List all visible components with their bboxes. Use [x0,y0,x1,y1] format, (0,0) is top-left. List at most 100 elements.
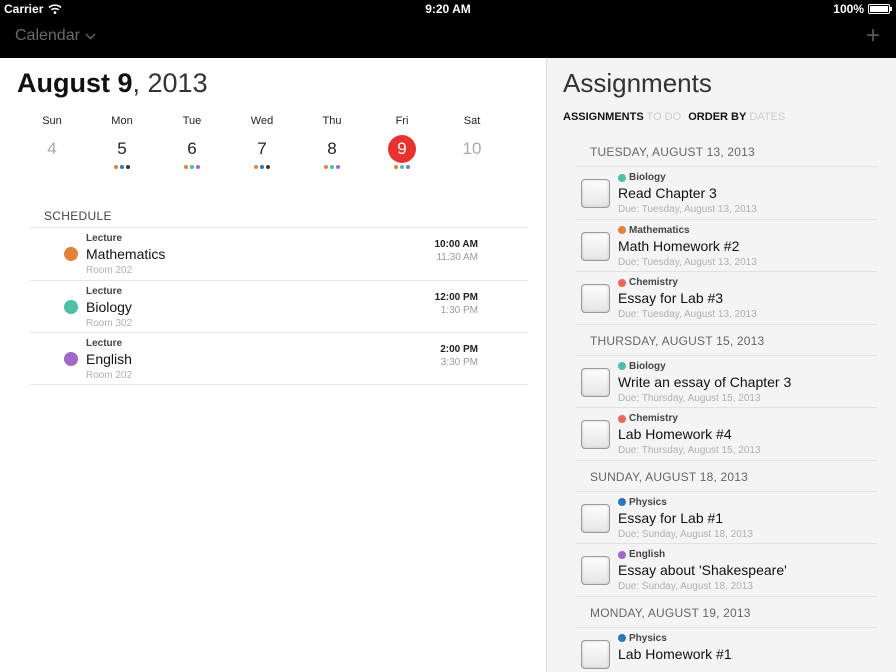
assignment-title: Essay for Lab #3 [618,290,724,306]
status-time: 9:20 AM [425,2,471,16]
event-dot [184,165,188,169]
event-dots [297,165,367,171]
assignment-checkbox[interactable] [581,284,610,313]
event-end-time: 1:30 PM [440,304,478,316]
assignment-due: Due: Sunday, August 18, 2013 [618,581,753,592]
day-name: Wed [250,115,274,127]
day-cell[interactable]: Mon 5 [87,115,157,171]
assignment-checkbox[interactable] [581,639,610,669]
assignment-title: Lab Homework #1 [618,645,732,662]
assignment-checkbox[interactable] [581,503,610,533]
day-number: 5 [117,139,127,158]
subject-name: Biology [629,360,666,372]
battery-icon [868,4,892,14]
day-number: 8 [327,139,337,158]
event-name: Biology [86,298,132,315]
subject-color-dot [618,278,626,287]
subject-name: Biology [629,172,666,183]
event-room: Room 202 [86,265,133,276]
subject-name: Chemistry [629,277,678,288]
assignment-item[interactable]: Biology Read Chapter 3 Due: Tuesday, Augus… [576,167,877,220]
day-name: Sat [463,115,481,127]
assignment-item[interactable]: English Essay about 'Shakespeare' Due: Sun… [576,544,877,597]
assignment-checkbox[interactable] [581,367,610,397]
event-dot [266,165,270,169]
battery-indicator: 100% [833,2,892,16]
event-dot [190,165,194,169]
assignment-due: Due: Thursday, August 15, 2013 [618,445,761,456]
assignment-subject: Chemistry [618,277,678,288]
schedule-event[interactable]: Lecture Mathematics Room 202 10:00 AM 11:30 … [30,227,528,280]
subject-name: Chemistry [629,413,678,424]
battery-percent: 100% [833,2,864,16]
day-cell[interactable]: Wed 7 [227,115,297,171]
event-dots [227,165,297,171]
schedule-event[interactable]: Lecture Biology Room 302 12:00 PM 1:30 PM [30,279,528,333]
assignment-title: Essay for Lab #1 [618,509,724,526]
schedule-list: Lecture Mathematics Room 202 10:00 AM 11:30 … [30,227,528,385]
assignments-filter: ASSIGNMENTS TO DO ORDER BY DATES [563,111,789,123]
assignment-subject: Mathematics [618,225,690,236]
day-cell[interactable]: Thu 8 [297,115,367,171]
day-cell[interactable]: Sat 10 [437,115,507,171]
assignment-subject: Chemistry [618,413,678,424]
assignment-checkbox[interactable] [581,556,610,585]
assignment-item[interactable]: Physics Essay for Lab #1 Due: Sunday, Augu… [576,492,877,544]
assignment-subject: Physics [618,497,667,508]
subject-name: English [629,549,666,560]
day-cell[interactable]: Tue 6 [157,115,227,171]
assignment-item[interactable]: Biology Write an essay of Chapter 3 Due: T… [576,356,877,408]
event-dot [406,165,410,169]
assignment-checkbox[interactable] [581,179,610,208]
calendar-dropdown[interactable]: Calendar [15,27,96,45]
day-cell[interactable]: Fri 9 [367,115,437,171]
event-dot [114,165,118,169]
day-name: Fri [395,115,409,127]
day-name: Sun [42,115,62,127]
assignments-heading: Assignments [563,68,712,98]
event-dot [196,165,200,169]
subject-color-dot [618,634,626,642]
assignment-title: Math Homework #2 [618,237,740,254]
subject-name: Physics [629,632,667,644]
subject-color-dot [618,226,626,234]
day-number: 4 [47,139,57,158]
subject-color-dot [618,173,626,182]
schedule-event[interactable]: Lecture English Room 202 2:00 PM 3:30 PM [30,332,528,385]
event-dot [330,165,334,169]
day-number: 10 [462,139,482,158]
subject-color-dot [64,247,78,261]
assignment-item[interactable]: Chemistry Essay for Lab #3 Due: Tuesday, A… [576,272,877,325]
assignment-item[interactable]: Mathematics Math Homework #2 Due: Tuesday,… [576,220,877,272]
event-kind: Lecture [86,285,123,297]
assignment-checkbox[interactable] [581,231,610,261]
section-header: SUNDAY, AUGUST 18, 2013 [576,461,877,492]
day-name: Tue [182,115,202,127]
day-number: 6 [187,139,197,158]
assignment-subject: Biology [618,172,666,183]
filter-order-option[interactable]: DATES [749,111,785,123]
event-end-time: 3:30 PM [440,357,478,368]
subject-color-dot [64,299,78,314]
day-name: Thu [322,115,342,127]
event-dot [254,165,258,169]
filter-status-option[interactable]: TO DO [647,111,682,123]
day-cell[interactable]: Sun 4 [17,115,87,171]
date-month-day: August 9 [17,68,133,98]
subject-color-dot [64,352,78,366]
event-dot [336,165,340,169]
event-dot [324,165,328,169]
schedule-label: SCHEDULE [44,209,112,223]
event-start-time: 2:00 PM [440,344,478,355]
assignment-checkbox[interactable] [581,420,610,449]
assignment-subject: Biology [618,361,666,372]
page-title: August 9, 2013 [17,68,208,99]
event-room: Room 202 [86,370,133,381]
assignment-item[interactable]: Chemistry Lab Homework #4 Due: Thursday, A… [576,408,877,461]
assignment-item[interactable]: Physics Lab Homework #1 [576,628,877,672]
event-name: Mathematics [86,246,166,262]
event-kind: Lecture [86,233,123,244]
add-button[interactable]: + [866,24,880,48]
event-kind: Lecture [86,338,123,349]
assignment-due: Due: Tuesday, August 13, 2013 [618,256,757,268]
